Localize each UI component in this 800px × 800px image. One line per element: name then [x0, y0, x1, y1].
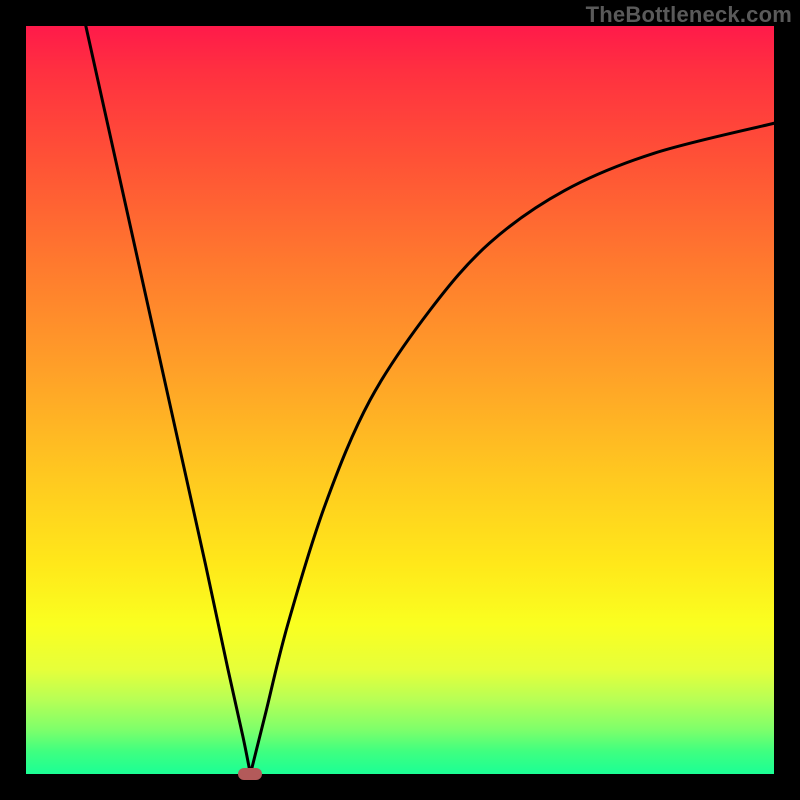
minimum-marker	[238, 768, 262, 780]
bottleneck-curve	[26, 26, 774, 774]
chart-frame	[26, 26, 774, 774]
curve-path	[86, 26, 774, 780]
watermark-text: TheBottleneck.com	[586, 2, 792, 28]
